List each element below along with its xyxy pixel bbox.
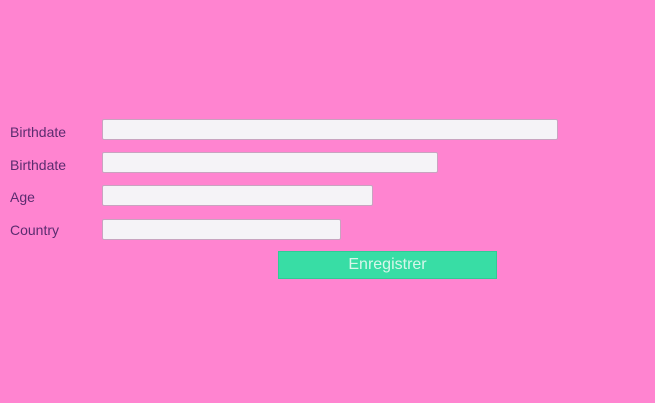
enregistrer-button[interactable]: Enregistrer: [278, 251, 497, 279]
registration-form: Birthdate Birthdate Age Country Enregist…: [0, 0, 655, 403]
birthdate-field[interactable]: [102, 119, 558, 140]
birthdate-label: Birthdate: [10, 124, 67, 140]
country-field[interactable]: [102, 219, 341, 240]
country-label: Country: [10, 222, 60, 238]
birthdate-field-2[interactable]: [102, 152, 438, 173]
birthdate-label-2: Birthdate: [10, 157, 67, 173]
age-label: Age: [10, 189, 35, 205]
age-field[interactable]: [102, 185, 373, 206]
